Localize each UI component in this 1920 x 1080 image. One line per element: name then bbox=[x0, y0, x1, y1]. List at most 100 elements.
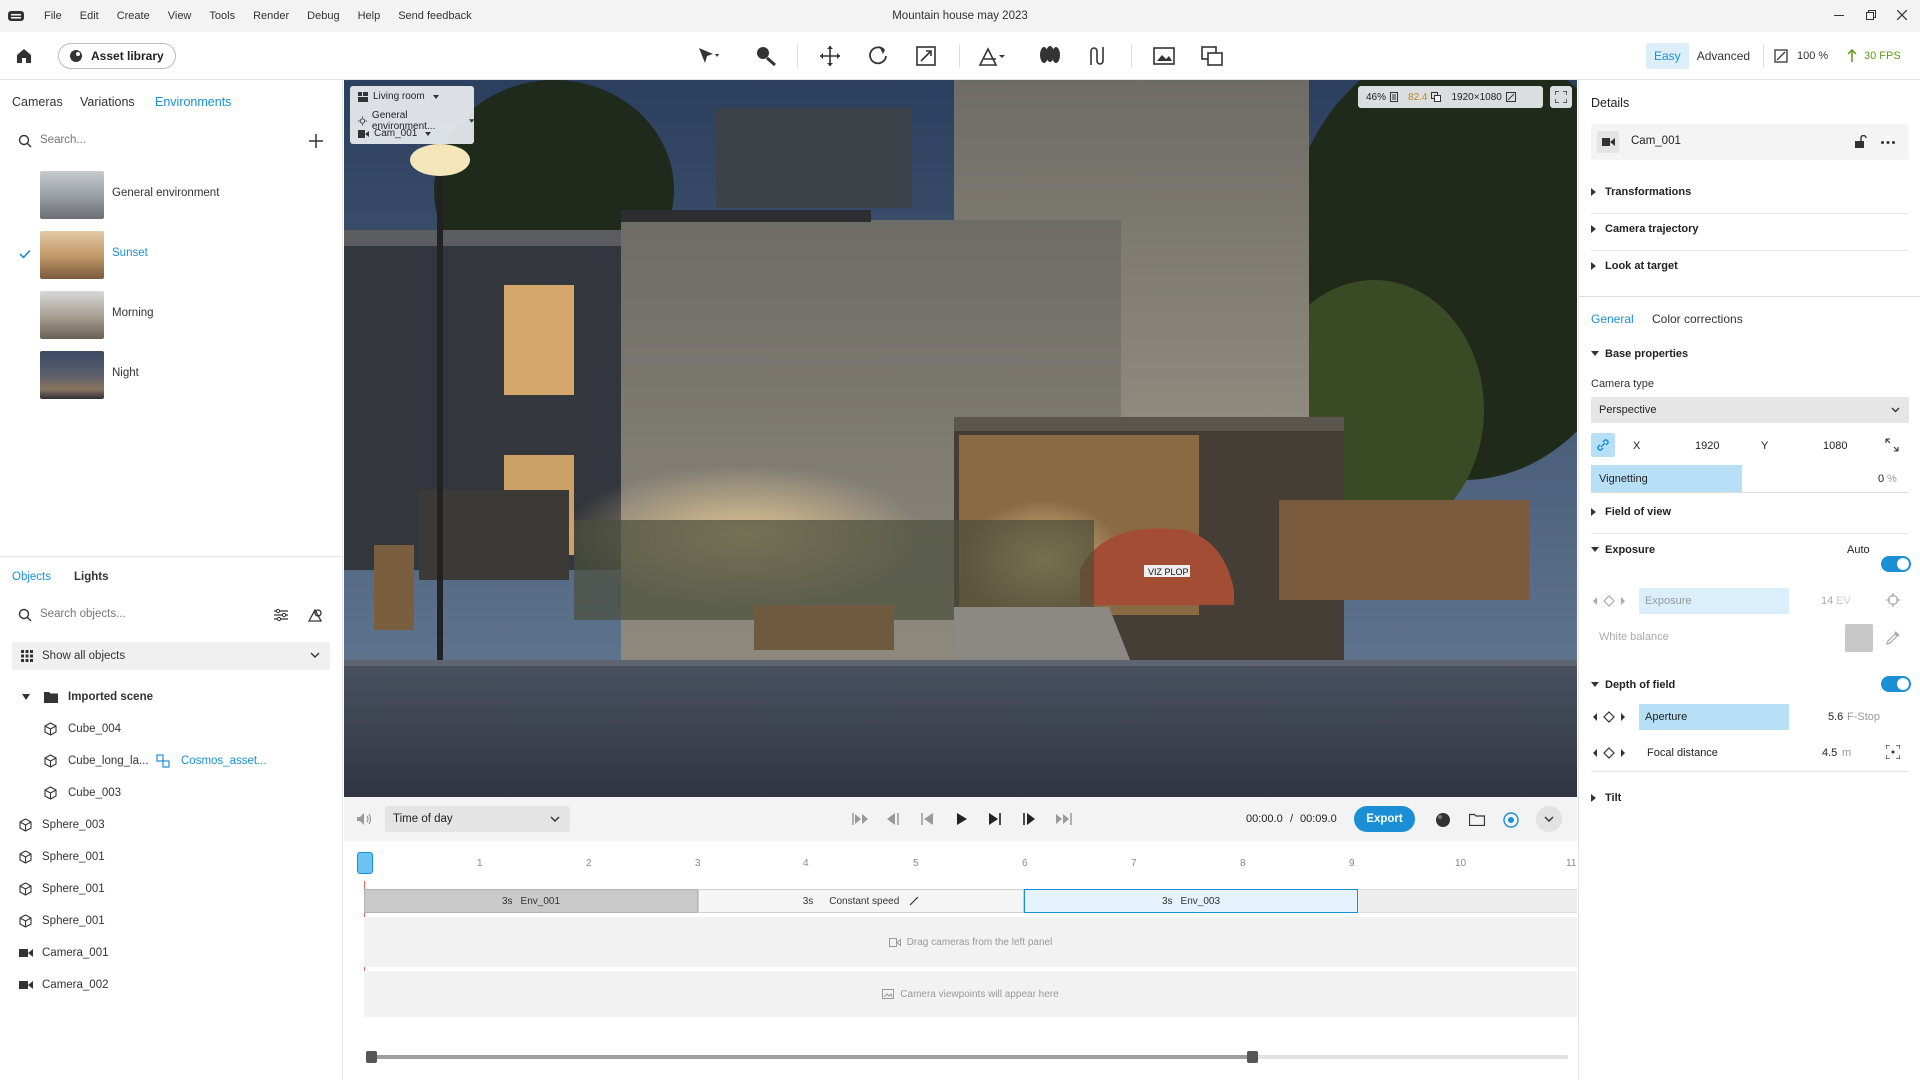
auto-exposure-toggle[interactable] bbox=[1881, 556, 1911, 572]
objects-search-input[interactable] bbox=[40, 604, 220, 624]
tree-item-sphere-001[interactable]: Sphere_001 bbox=[0, 841, 343, 873]
tab-general[interactable]: General bbox=[1591, 312, 1634, 326]
clip-env-001[interactable]: 3s Env_001 bbox=[364, 889, 698, 913]
menu-view[interactable]: View bbox=[168, 10, 192, 22]
room-selector[interactable]: Living room bbox=[358, 91, 439, 102]
fullscreen-icon[interactable] bbox=[1550, 86, 1572, 108]
home-icon[interactable] bbox=[10, 42, 38, 70]
terrain-tool-icon[interactable] bbox=[978, 42, 1006, 70]
playhead-handle[interactable] bbox=[357, 852, 373, 874]
eyedropper-icon[interactable] bbox=[1886, 631, 1900, 645]
menu-debug[interactable]: Debug bbox=[307, 10, 339, 22]
depth-of-field-toggle[interactable] bbox=[1881, 676, 1911, 692]
menu-create[interactable]: Create bbox=[117, 10, 150, 22]
range-end-handle[interactable] bbox=[1247, 1051, 1258, 1063]
swap-dimensions-icon[interactable] bbox=[1885, 438, 1899, 452]
tree-item-sphere-001[interactable]: Sphere_001 bbox=[0, 905, 343, 937]
timeline-ruler[interactable]: 1 2 3 4 5 6 7 8 9 10 11 bbox=[344, 841, 1577, 881]
minimize-icon[interactable] bbox=[1834, 15, 1844, 16]
section-camera-trajectory[interactable]: Camera trajectory bbox=[1591, 221, 1909, 243]
camera-selector[interactable]: Cam_001 bbox=[358, 128, 432, 139]
tab-cameras[interactable]: Cameras bbox=[12, 95, 63, 109]
tab-environments[interactable]: Environments bbox=[155, 95, 231, 109]
viewpoint-track[interactable]: Camera viewpoints will appear here bbox=[364, 971, 1577, 1017]
asset-library-button[interactable]: Asset library bbox=[58, 43, 176, 69]
scale-tool-icon[interactable] bbox=[912, 42, 940, 70]
focal-distance-value[interactable]: 4.5 bbox=[1822, 747, 1837, 759]
render-preview-icon[interactable] bbox=[1435, 812, 1451, 828]
objects-filter-select[interactable]: Show all objects bbox=[12, 642, 330, 670]
tree-item-cube-004[interactable]: Cube_004 bbox=[0, 713, 343, 745]
aperture-keyframe-icon[interactable] bbox=[1593, 711, 1625, 723]
environment-item-morning[interactable]: Morning bbox=[0, 285, 343, 345]
section-transformations[interactable]: Transformations bbox=[1591, 184, 1909, 206]
export-button[interactable]: Export bbox=[1354, 806, 1415, 832]
tree-item-camera-001[interactable]: Camera_001 bbox=[0, 937, 343, 969]
white-balance-swatch[interactable] bbox=[1845, 624, 1873, 652]
menu-file[interactable]: File bbox=[44, 10, 62, 22]
select-tool-icon[interactable] bbox=[694, 42, 722, 70]
camera-type-select[interactable]: Perspective bbox=[1591, 397, 1909, 423]
paint-tool-icon[interactable] bbox=[752, 42, 780, 70]
play-icon[interactable] bbox=[956, 812, 968, 826]
previous-key-icon[interactable] bbox=[920, 812, 934, 826]
focus-picker-icon[interactable] bbox=[1886, 745, 1900, 759]
asset-link[interactable]: Cosmos_asset... bbox=[181, 755, 267, 767]
close-icon[interactable] bbox=[1897, 10, 1907, 20]
mode-advanced-button[interactable]: Advanced bbox=[1689, 43, 1758, 69]
tree-item-sphere-003[interactable]: Sphere_003 bbox=[0, 809, 343, 841]
render-image-icon[interactable] bbox=[1150, 42, 1178, 70]
go-to-start-icon[interactable] bbox=[852, 812, 870, 826]
timeline-range-selected[interactable] bbox=[370, 1055, 1252, 1059]
y-value-field[interactable]: 1080 bbox=[1823, 440, 1847, 452]
tree-item-camera-002[interactable]: Camera_002 bbox=[0, 969, 343, 1001]
section-tilt[interactable]: Tilt bbox=[1591, 790, 1909, 812]
vegetation-tool-icon[interactable] bbox=[1036, 42, 1064, 70]
render-video-icon[interactable] bbox=[1198, 42, 1226, 70]
clip-transition[interactable]: 3s Constant speed bbox=[698, 889, 1024, 913]
path-tool-icon[interactable] bbox=[1084, 42, 1112, 70]
filter-settings-icon[interactable] bbox=[273, 608, 289, 622]
rotate-tool-icon[interactable] bbox=[864, 42, 892, 70]
tree-item-cube-long[interactable]: Cube_long_la... Cosmos_asset... bbox=[0, 745, 343, 777]
aperture-slider[interactable]: Aperture bbox=[1639, 704, 1789, 730]
focal-keyframe-icon[interactable] bbox=[1593, 747, 1625, 759]
section-base-properties[interactable]: Base properties bbox=[1591, 345, 1909, 367]
next-key-icon[interactable] bbox=[988, 812, 1002, 826]
section-depth-of-field[interactable]: Depth of field bbox=[1591, 676, 1909, 698]
tab-lights[interactable]: Lights bbox=[74, 571, 109, 583]
tab-color-corrections[interactable]: Color corrections bbox=[1652, 312, 1743, 326]
tab-variations[interactable]: Variations bbox=[80, 95, 135, 109]
collapse-timeline-icon[interactable] bbox=[1536, 806, 1562, 832]
render-viewport[interactable]: VIZ PLOP Living room General environment… bbox=[344, 80, 1577, 797]
vignetting-slider[interactable]: Vignetting 0 % bbox=[1591, 465, 1909, 493]
environment-item-night[interactable]: Night bbox=[0, 345, 343, 405]
environment-item-sunset[interactable]: Sunset bbox=[0, 225, 343, 285]
range-start-handle[interactable] bbox=[366, 1051, 377, 1063]
go-to-end-icon[interactable] bbox=[1054, 812, 1072, 826]
edit-curve-icon[interactable] bbox=[909, 896, 919, 906]
web-share-icon[interactable] bbox=[1503, 812, 1519, 828]
exposure-keyframe-icon[interactable] bbox=[1593, 595, 1625, 607]
menu-help[interactable]: Help bbox=[358, 10, 381, 22]
previous-frame-icon[interactable] bbox=[886, 812, 900, 826]
section-look-at-target[interactable]: Look at target bbox=[1591, 258, 1909, 280]
time-of-day-select[interactable]: Time of day bbox=[385, 806, 570, 832]
section-field-of-view[interactable]: Field of view bbox=[1591, 504, 1909, 526]
aspect-lock-icon[interactable] bbox=[1591, 433, 1615, 457]
tab-objects[interactable]: Objects bbox=[12, 571, 51, 583]
move-tool-icon[interactable] bbox=[816, 42, 844, 70]
volume-icon[interactable] bbox=[356, 812, 372, 826]
mode-easy-button[interactable]: Easy bbox=[1646, 43, 1689, 69]
environment-item-general[interactable]: General environment bbox=[0, 165, 343, 225]
add-environment-icon[interactable] bbox=[309, 134, 323, 148]
shapes-icon[interactable] bbox=[307, 607, 323, 623]
app-logo-icon[interactable] bbox=[8, 9, 24, 23]
resolution-scale-icon[interactable] bbox=[1774, 49, 1788, 63]
more-options-icon[interactable] bbox=[1881, 141, 1895, 144]
clip-env-003[interactable]: 3s Env_003 bbox=[1024, 889, 1358, 913]
menu-edit[interactable]: Edit bbox=[80, 10, 99, 22]
menu-tools[interactable]: Tools bbox=[209, 10, 235, 22]
environment-search-input[interactable] bbox=[40, 130, 240, 150]
menu-render[interactable]: Render bbox=[253, 10, 289, 22]
